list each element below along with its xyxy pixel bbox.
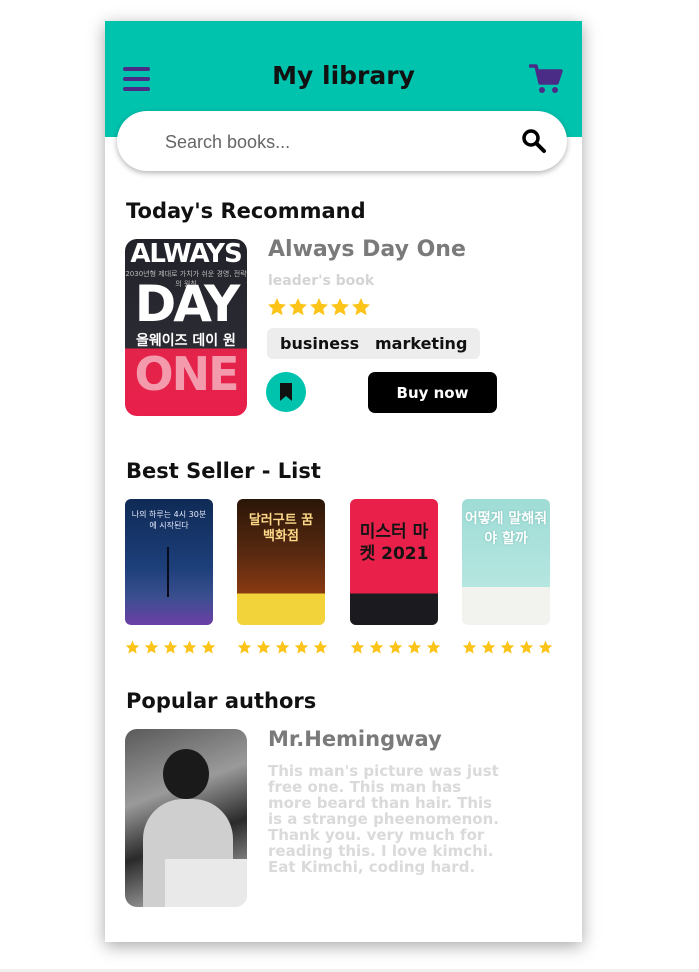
star-icon bbox=[144, 640, 159, 654]
recommend-book-title: Always Day One bbox=[268, 237, 466, 262]
star-icon bbox=[289, 298, 307, 316]
star-icon bbox=[125, 640, 140, 654]
bestseller-cover[interactable]: 나의 하루는 4시 30분에 시작된다 bbox=[125, 499, 213, 625]
shopping-cart-icon[interactable] bbox=[529, 63, 563, 95]
bestseller-rating bbox=[125, 640, 217, 656]
star-icon bbox=[538, 640, 553, 654]
star-icon bbox=[500, 640, 515, 654]
star-icon bbox=[237, 640, 252, 654]
star-icon bbox=[256, 640, 271, 654]
cover-text: 미스터 마켓 2021 bbox=[359, 522, 429, 564]
page-title: My library bbox=[272, 61, 415, 90]
search-input[interactable] bbox=[163, 127, 487, 157]
star-icon bbox=[462, 640, 477, 654]
recommend-rating bbox=[267, 297, 373, 317]
buy-now-button[interactable]: Buy now bbox=[368, 372, 497, 413]
bestseller-cover[interactable]: 미스터 마켓 2021 bbox=[350, 499, 438, 625]
star-rating-icons bbox=[268, 298, 370, 316]
star-rating-icons bbox=[350, 640, 441, 654]
star-rating-icons bbox=[125, 640, 216, 654]
author-description: This man's picture was just free one. Th… bbox=[268, 762, 499, 876]
bestseller-item: 미스터 마켓 2021 bbox=[350, 499, 441, 654]
cover-text: 나의 하루는 4시 30분에 시작된다 bbox=[131, 510, 207, 530]
bestseller-rating bbox=[350, 640, 442, 656]
cover-text-line: ALWAYS bbox=[130, 239, 242, 269]
star-rating-icons bbox=[237, 640, 328, 654]
authors-section-title: Popular authors bbox=[126, 689, 317, 713]
star-icon bbox=[201, 640, 216, 654]
tag-business[interactable]: business bbox=[267, 328, 373, 359]
star-icon bbox=[407, 640, 422, 654]
star-icon bbox=[275, 640, 290, 654]
search-bar bbox=[117, 111, 567, 171]
star-icon bbox=[182, 640, 197, 654]
cover-text: 어떻게 말해줘야 할까 bbox=[464, 511, 548, 547]
search-icon[interactable] bbox=[521, 128, 547, 154]
star-rating-icons bbox=[462, 640, 553, 654]
star-icon bbox=[519, 640, 534, 654]
bestseller-item: 어떻게 말해줘야 할까 bbox=[462, 499, 553, 654]
tag-marketing[interactable]: marketing bbox=[362, 328, 481, 359]
bestseller-item: 달러구트 꿈 백화점 bbox=[237, 499, 328, 654]
cover-text: 달러구트 꿈 백화점 bbox=[248, 513, 314, 544]
star-icon bbox=[163, 640, 178, 654]
star-icon bbox=[313, 640, 328, 654]
star-icon bbox=[294, 640, 309, 654]
bestseller-rating bbox=[462, 640, 554, 656]
bestseller-cover[interactable]: 어떻게 말해줘야 할까 bbox=[462, 499, 550, 625]
recommend-section-title: Today's Recommand bbox=[126, 199, 366, 223]
author-name: Mr.Hemingway bbox=[268, 727, 442, 751]
cover-text-line: ONE bbox=[134, 347, 239, 401]
bestseller-rating bbox=[237, 640, 329, 656]
star-icon bbox=[426, 640, 441, 654]
star-icon bbox=[352, 298, 370, 316]
star-icon bbox=[369, 640, 384, 654]
star-icon bbox=[310, 298, 328, 316]
app-frame: My library Today's Recommand ALWAYS 2030… bbox=[105, 21, 582, 942]
author-photo[interactable] bbox=[125, 729, 247, 907]
bookmark-button[interactable] bbox=[266, 372, 306, 412]
star-icon bbox=[331, 298, 349, 316]
recommend-book-cover[interactable]: ALWAYS 2030년형 제대로 가치가 쉬운 경영, 전략의 원칙 DAY … bbox=[125, 239, 247, 416]
cover-text-line: DAY bbox=[134, 275, 241, 333]
star-icon bbox=[481, 640, 496, 654]
bestseller-section-title: Best Seller - List bbox=[126, 459, 321, 483]
bestseller-cover[interactable]: 달러구트 꿈 백화점 bbox=[237, 499, 325, 625]
star-icon bbox=[268, 298, 286, 316]
recommend-book-subtitle: leader's book bbox=[268, 273, 375, 289]
bookmark-icon bbox=[280, 383, 292, 401]
bestseller-item: 나의 하루는 4시 30분에 시작된다 bbox=[125, 499, 216, 654]
star-icon bbox=[388, 640, 403, 654]
star-icon bbox=[350, 640, 365, 654]
